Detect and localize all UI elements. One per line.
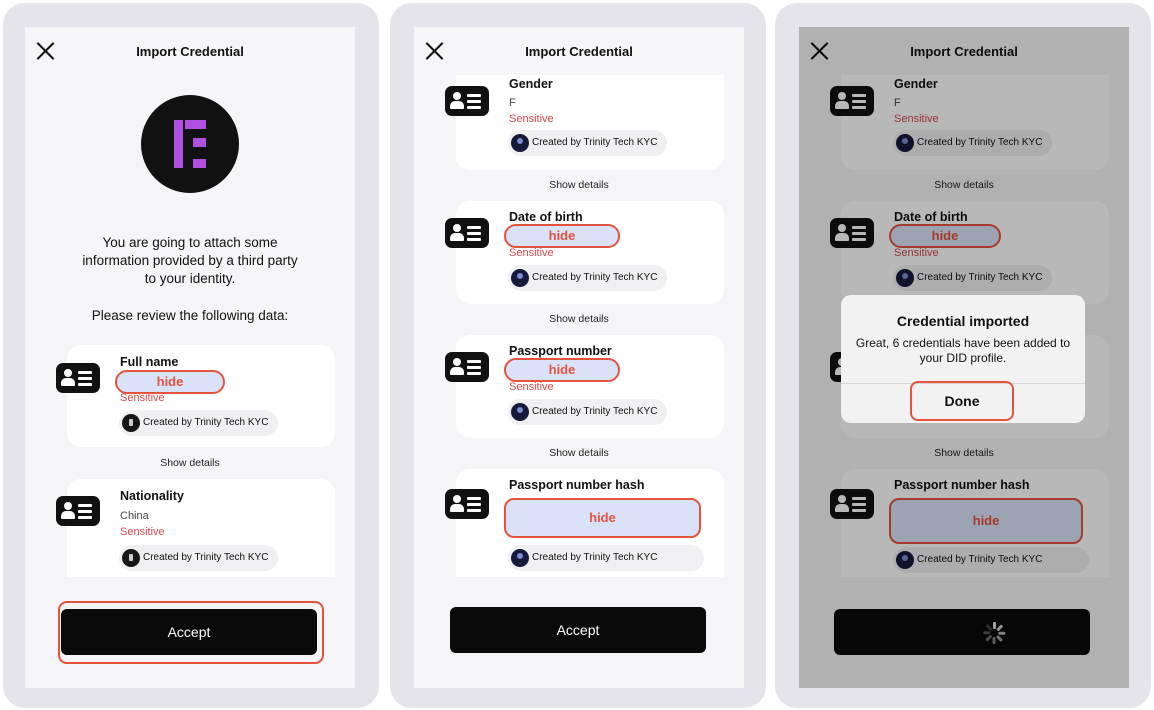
id-card-icon: [445, 352, 489, 382]
hide-value-pill[interactable]: hide: [115, 370, 225, 394]
creator-badge: Created by Trinity Tech KYC: [119, 410, 279, 436]
creator-badge: Created by Trinity Tech KYC: [508, 545, 704, 571]
card-title: Passport number hash: [509, 478, 645, 492]
id-card-icon: [445, 489, 489, 519]
hide-value-pill[interactable]: hide: [504, 224, 620, 248]
accept-button[interactable]: Accept: [450, 607, 706, 653]
card-title: Nationality: [120, 489, 184, 503]
id-card-icon: [56, 496, 100, 526]
header: Import Credential: [25, 27, 355, 75]
phone-screen-3: Import Credential Gender F Sensitive Cre…: [775, 3, 1151, 708]
credential-imported-dialog: Credential imported Great, 6 credentials…: [841, 295, 1085, 423]
issuer-avatar: [511, 549, 529, 567]
sensitive-label: Sensitive: [509, 381, 554, 393]
show-details-link[interactable]: Show details: [414, 179, 744, 191]
sensitive-label: Sensitive: [120, 392, 165, 404]
issuer-avatar: [122, 414, 140, 432]
credential-card-gender: Gender F Sensitive Created by Trinity Te…: [445, 75, 724, 170]
id-card-icon: [445, 218, 489, 248]
issuer-avatar: [511, 134, 529, 152]
issuer-avatar: [511, 269, 529, 287]
import-credential-screen: Import Credential You are going to attac…: [25, 27, 355, 688]
id-card-icon: [445, 86, 489, 116]
show-details-link[interactable]: Show details: [25, 457, 355, 469]
card-value: China: [120, 510, 149, 522]
card-title: Date of birth: [509, 210, 583, 224]
card-title: Passport number: [509, 344, 612, 358]
page-title: Import Credential: [525, 44, 633, 59]
credential-card-passport-hash: Passport number hash hide Created by Tri…: [445, 469, 724, 577]
card-title: Full name: [120, 355, 179, 369]
sensitive-label: Sensitive: [509, 113, 554, 125]
hide-value-pill[interactable]: hide: [504, 498, 701, 538]
creator-badge: Created by Trinity Tech KYC: [508, 265, 668, 291]
phone-screen-1: Import Credential You are going to attac…: [3, 3, 379, 708]
phone-screen-2: Import Credential Gender F Sensitive Cre…: [390, 3, 766, 708]
trinity-logo-icon: [174, 120, 206, 168]
done-button[interactable]: Done: [910, 381, 1014, 421]
header: Import Credential: [414, 27, 744, 75]
issuer-avatar: [511, 403, 529, 421]
show-details-link[interactable]: Show details: [414, 447, 744, 459]
hide-value-pill[interactable]: hide: [504, 358, 620, 382]
intro-text: You are going to attach some information…: [82, 235, 298, 286]
review-text: Please review the following data:: [91, 308, 289, 323]
sensitive-label: Sensitive: [120, 526, 165, 538]
credential-card-full-name: Full name hide Sensitive Created by Trin…: [56, 345, 335, 447]
creator-badge: Created by Trinity Tech KYC: [508, 130, 668, 156]
id-card-icon: [56, 363, 100, 393]
import-credential-screen: Import Credential Gender F Sensitive Cre…: [414, 27, 744, 688]
sensitive-label: Sensitive: [509, 247, 554, 259]
issuer-logo: [141, 95, 239, 193]
dialog-message: Great, 6 credentials have been added to …: [855, 336, 1071, 365]
credential-card-passport-number: Passport number hide Sensitive Created b…: [445, 335, 724, 438]
import-credential-screen: Import Credential Gender F Sensitive Cre…: [799, 27, 1129, 688]
accept-button[interactable]: Accept: [61, 609, 317, 655]
creator-badge: Created by Trinity Tech KYC: [508, 399, 668, 425]
card-value: F: [509, 97, 516, 109]
credential-card-nationality: Nationality China Sensitive Created by T…: [56, 479, 335, 589]
issuer-avatar: [122, 549, 140, 567]
credential-list[interactable]: Gender F Sensitive Created by Trinity Te…: [414, 75, 744, 577]
dialog-title: Credential imported: [896, 313, 1030, 329]
card-title: Gender: [509, 77, 553, 91]
show-details-link[interactable]: Show details: [414, 313, 744, 325]
creator-badge: Created by Trinity Tech KYC: [119, 545, 279, 571]
page-title: Import Credential: [136, 44, 244, 59]
credential-card-date-of-birth: Date of birth hide Sensitive Created by …: [445, 201, 724, 304]
